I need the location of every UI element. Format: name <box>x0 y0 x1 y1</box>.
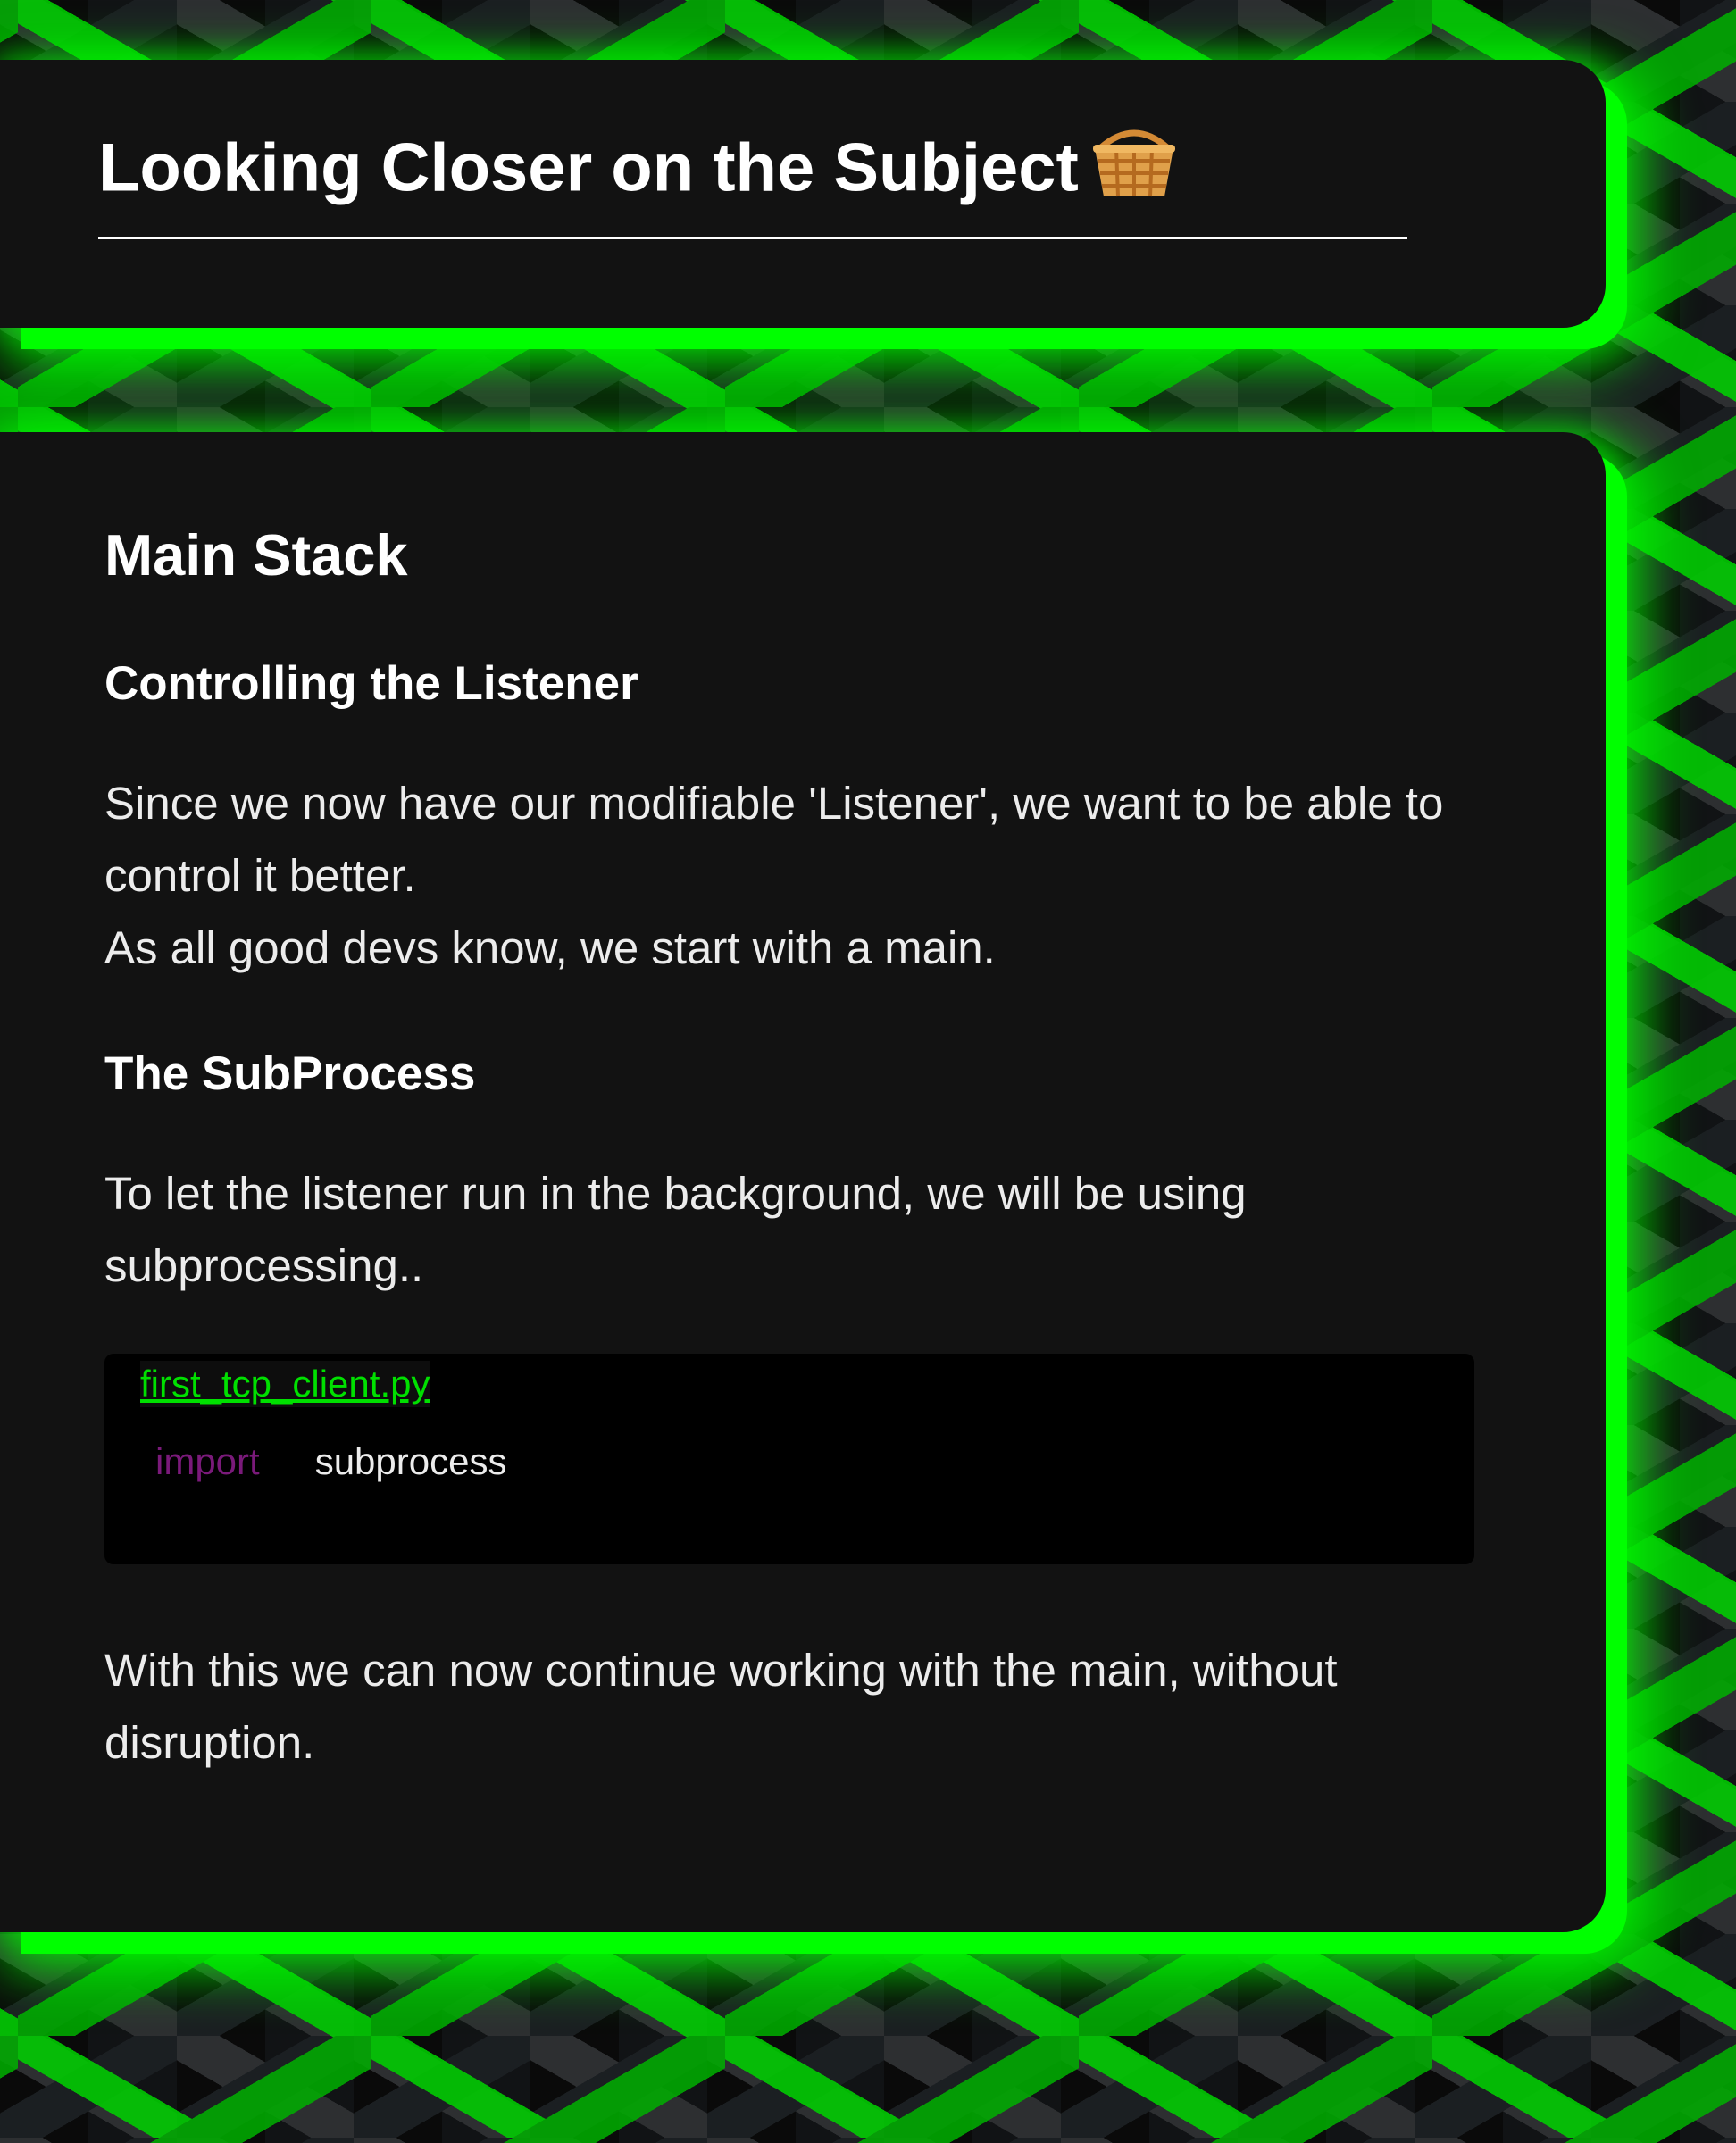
code-module: subprocess <box>314 1440 507 1482</box>
code-line: import subprocess <box>155 1439 506 1484</box>
paragraph-controlling-listener: Since we now have our modifiable 'Listen… <box>104 767 1474 984</box>
paragraph-closing: With this we can now continue working wi… <box>104 1645 1338 1768</box>
page-title-text: Looking Closer on the Subject <box>98 129 1079 206</box>
subheading-subprocess: The SubProcess <box>104 1047 476 1100</box>
main-content: Main Stack Controlling the Listener Sinc… <box>104 520 1474 1779</box>
code-block: first_tcp_client.py import subprocess <box>104 1354 1474 1564</box>
basket-icon <box>1091 121 1177 212</box>
subheading-controlling-listener: Controlling the Listener <box>104 657 638 710</box>
code-filename-link[interactable]: first_tcp_client.py <box>140 1361 430 1407</box>
paragraph-subprocess: To let the listener run in the backgroun… <box>104 1168 1247 1291</box>
page-title: Looking Closer on the Subject <box>98 129 1407 239</box>
code-keyword: import <box>155 1440 260 1482</box>
section-heading-main-stack: Main Stack <box>104 522 408 588</box>
paragraph-line: Since we now have our modifiable 'Listen… <box>104 778 1444 901</box>
paragraph-line: As all good devs know, we start with a m… <box>104 922 996 973</box>
